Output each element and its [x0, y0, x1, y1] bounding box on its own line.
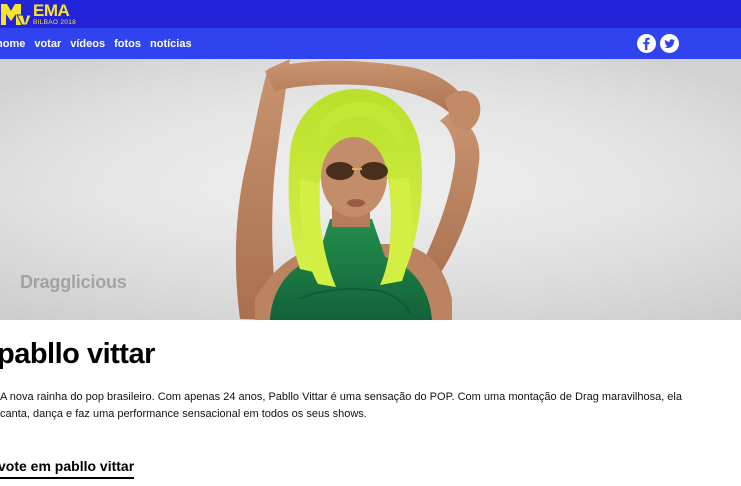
top-bar: EMA BILBAO 2018 [0, 0, 741, 28]
twitter-icon[interactable] [660, 34, 679, 53]
mtv-logo-icon [1, 4, 32, 26]
nav-fotos[interactable]: fotos [114, 38, 141, 50]
nav-videos[interactable]: vídeos [70, 38, 105, 50]
ema-logo[interactable]: EMA BILBAO 2018 [0, 1, 76, 27]
main-navigation: home votar vídeos fotos notícias [0, 28, 741, 59]
nav-home[interactable]: home [0, 38, 25, 50]
nav-links: home votar vídeos fotos notícias [0, 28, 201, 59]
watermark-logo: Dragglicious [20, 272, 127, 292]
logo-title: EMA [33, 0, 70, 20]
vote-link[interactable]: vote em pabllo vittar [0, 458, 135, 479]
hero-image: Dragglicious [0, 59, 741, 320]
logo-subtitle: BILBAO 2018 [33, 18, 77, 26]
nav-noticias[interactable]: notícias [150, 38, 192, 50]
nav-votar[interactable]: votar [34, 38, 61, 50]
artist-name: pabllo vittar [0, 338, 155, 370]
facebook-icon[interactable] [637, 34, 656, 53]
social-links [637, 34, 679, 53]
artist-description: A nova rainha do pop brasileiro. Com ape… [0, 391, 682, 420]
